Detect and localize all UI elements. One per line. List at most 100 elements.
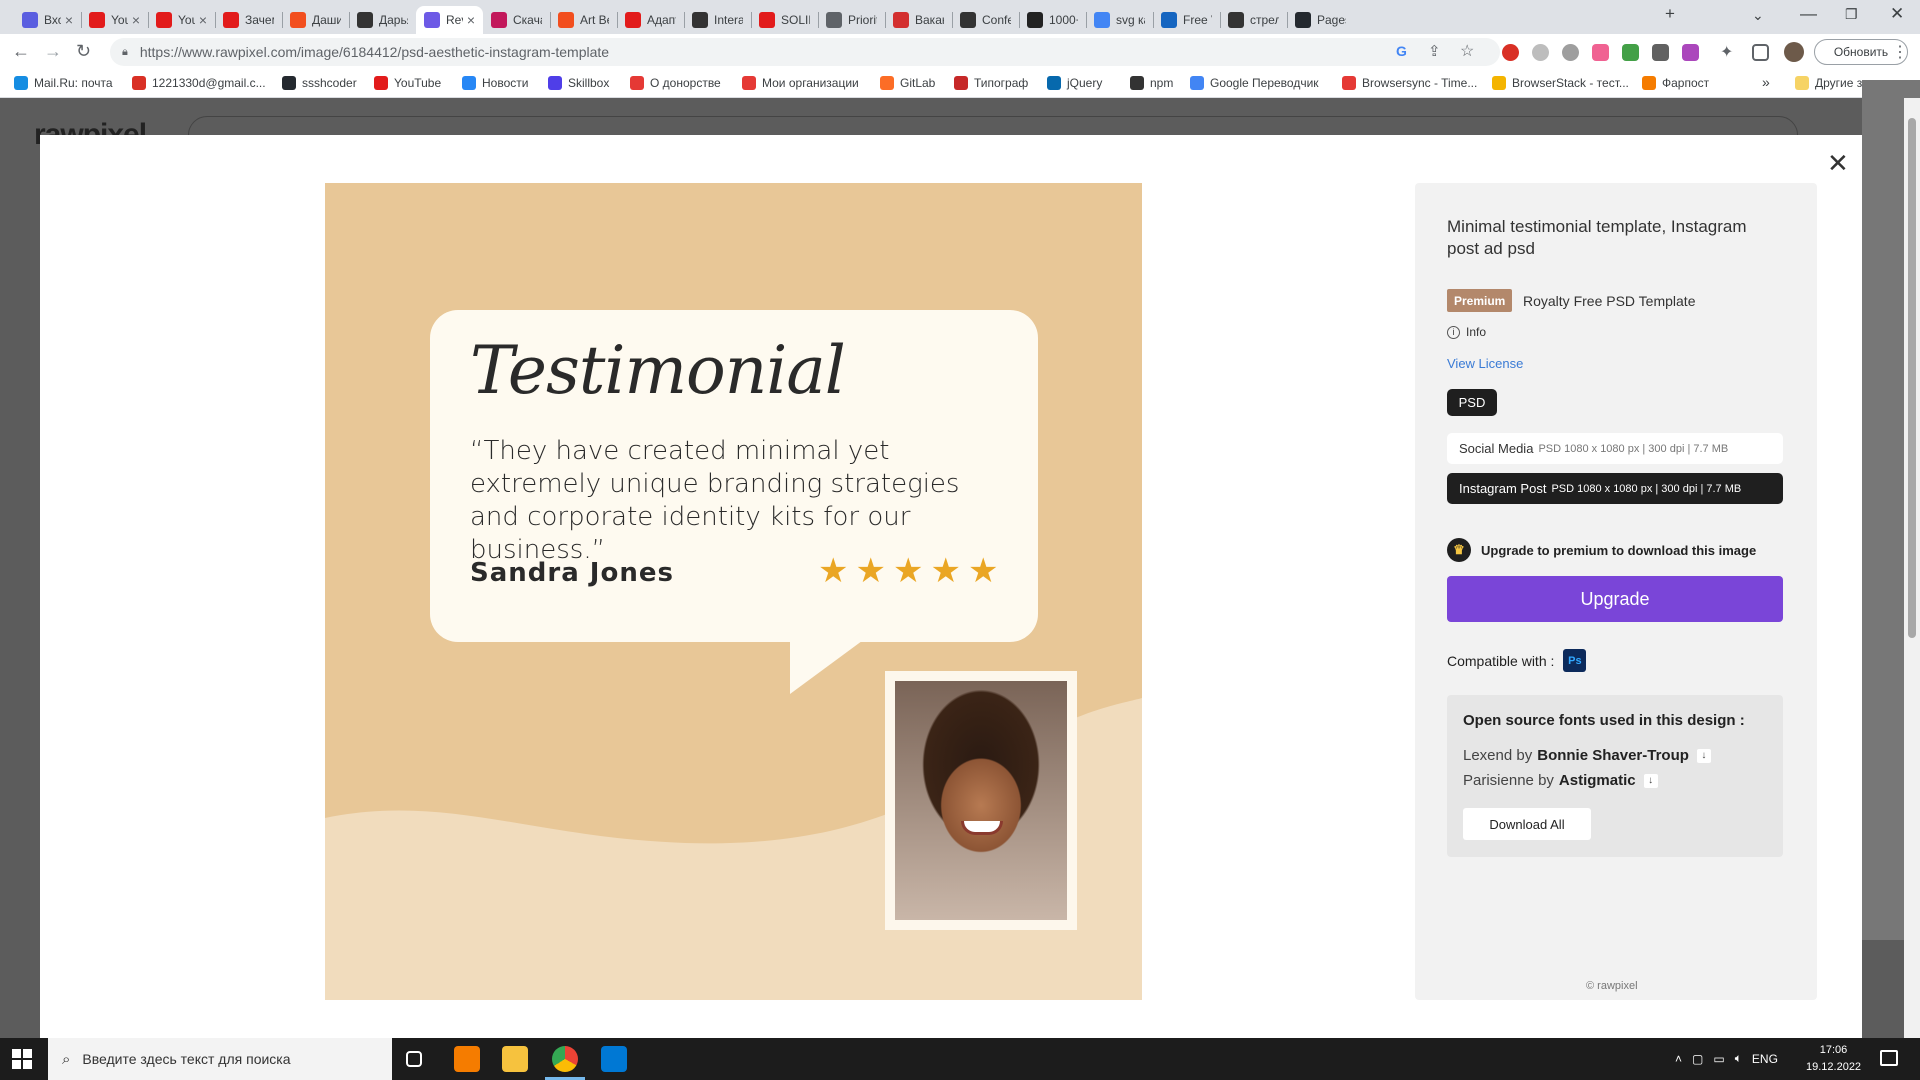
font-author[interactable]: Astigmatic <box>1559 772 1636 789</box>
xampp-icon[interactable] <box>454 1046 480 1072</box>
volume-icon[interactable]: 🔈︎ <box>1735 1051 1742 1066</box>
back-icon[interactable]: ← <box>12 41 30 62</box>
minimize-icon[interactable]: — <box>1800 4 1817 24</box>
bookmark-item[interactable]: Mail.Ru: почта <box>14 76 113 90</box>
bookmark-item[interactable]: Типограф <box>954 76 1028 90</box>
menu-icon[interactable]: ⋮ <box>1892 42 1908 62</box>
extension-icon[interactable] <box>1502 44 1519 61</box>
bookmark-item[interactable]: Новости <box>462 76 528 90</box>
info-link[interactable]: i Info <box>1447 325 1486 339</box>
browser-tab[interactable]: 1000+ <box>1019 6 1086 34</box>
browser-tab[interactable]: You × <box>81 6 148 34</box>
tab-close-icon[interactable]: × <box>65 12 73 28</box>
bookmark-item[interactable]: jQuery <box>1047 76 1102 90</box>
reload-icon[interactable]: ↻ <box>76 41 91 62</box>
extension-icon[interactable] <box>1532 44 1549 61</box>
address-bar[interactable]: 🔒︎ https://www.rawpixel.com/image/618441… <box>110 38 1500 66</box>
extension-icon[interactable] <box>1622 44 1639 61</box>
browser-tab[interactable]: Ваканс <box>885 6 952 34</box>
language-indicator[interactable]: ENG <box>1752 1052 1778 1066</box>
bookmark-star-icon[interactable]: ☆ <box>1460 41 1474 61</box>
bookmark-item[interactable]: О донорстве <box>630 76 721 90</box>
download-icon[interactable]: ↓ <box>1643 773 1658 788</box>
google-icon[interactable]: G <box>1396 43 1407 59</box>
browser-tab[interactable]: Скачат <box>483 6 550 34</box>
browser-tab[interactable]: Дарья <box>349 6 416 34</box>
browser-tab[interactable]: Адапти <box>617 6 684 34</box>
favicon-icon <box>132 76 146 90</box>
browser-tab[interactable]: стрелка <box>1220 6 1287 34</box>
side-panel-icon[interactable] <box>1752 44 1769 61</box>
windows-start-icon[interactable] <box>12 1049 32 1069</box>
font-author[interactable]: Bonnie Shaver-Troup <box>1537 747 1689 764</box>
extension-icon[interactable] <box>1592 44 1609 61</box>
notifications-icon[interactable] <box>1880 1050 1898 1066</box>
upgrade-button[interactable]: Upgrade <box>1447 576 1783 622</box>
browser-tab[interactable]: Interact <box>684 6 751 34</box>
restore-icon[interactable]: ❐ <box>1845 6 1858 23</box>
tab-close-icon[interactable]: × <box>132 12 140 28</box>
browser-tab[interactable]: Priority <box>818 6 885 34</box>
format-option-social-media[interactable]: Social Media PSD 1080 x 1080 px | 300 dpi… <box>1447 433 1783 464</box>
forward-icon[interactable]: → <box>44 41 62 62</box>
lock-icon: 🔒︎ <box>122 45 128 58</box>
bookmark-item[interactable]: Мои организации <box>742 76 859 90</box>
extension-icon[interactable] <box>1682 44 1699 61</box>
vscode-icon[interactable] <box>601 1046 627 1072</box>
bookmark-item[interactable]: YouTube <box>374 76 441 90</box>
browser-tab[interactable]: SOLID <box>751 6 818 34</box>
close-icon[interactable]: ✕ <box>1827 150 1849 176</box>
tray-app-icon[interactable]: ▢ <box>1692 1052 1703 1066</box>
browser-tab[interactable]: YouTub × <box>148 6 215 34</box>
font-name: Lexend <box>1463 747 1513 764</box>
bookmark-item[interactable]: 1221330d@gmail.c... <box>132 76 266 90</box>
bookmark-item[interactable]: GitLab <box>880 76 935 90</box>
browser-tab[interactable]: Art Bea <box>550 6 617 34</box>
window-close-icon[interactable]: ✕ <box>1890 4 1904 24</box>
bookmark-item[interactable]: Фарпост <box>1642 76 1709 90</box>
star-icon: ★ <box>967 552 999 590</box>
taskbar-search[interactable]: ⌕ Введите здесь текст для поиска <box>48 1038 392 1080</box>
browser-tab[interactable]: Дашин <box>282 6 349 34</box>
tab-search-icon[interactable]: ⌄ <box>1752 7 1764 24</box>
more-bookmarks-icon[interactable]: » <box>1762 74 1770 90</box>
format-tag-psd[interactable]: PSD <box>1447 389 1497 416</box>
file-explorer-icon[interactable] <box>502 1046 528 1072</box>
favicon-icon <box>548 76 562 90</box>
browser-tab[interactable]: Free Ve <box>1153 6 1220 34</box>
format-option-instagram-post[interactable]: Instagram Post PSD 1080 x 1080 px | 300 d… <box>1447 473 1783 504</box>
tray-arrow-icon[interactable]: ˄ <box>1675 1052 1682 1066</box>
bookmark-item[interactable]: Browsersync - Time... <box>1342 76 1477 90</box>
puzzle-icon[interactable]: ✦ <box>1720 42 1737 61</box>
bookmark-label: ssshcoder <box>302 76 357 90</box>
network-icon[interactable]: ▭ <box>1713 1052 1724 1066</box>
browser-tab[interactable]: Revi × <box>416 6 483 34</box>
avatar[interactable] <box>1784 42 1804 62</box>
tab-close-icon[interactable]: × <box>467 12 475 28</box>
share-icon[interactable]: ⇪ <box>1428 42 1441 60</box>
favicon-icon <box>1047 76 1061 90</box>
browser-tab[interactable]: Pages <box>1287 6 1354 34</box>
download-icon[interactable]: ↓ <box>1696 748 1711 763</box>
download-all-button[interactable]: Download All <box>1463 808 1591 840</box>
bookmark-item[interactable]: BrowserStack - тест... <box>1492 76 1629 90</box>
tab-close-icon[interactable]: × <box>199 12 207 28</box>
new-tab-button[interactable]: + <box>1665 4 1675 24</box>
browser-tab[interactable]: svg кар <box>1086 6 1153 34</box>
scrollbar-thumb[interactable] <box>1908 118 1916 638</box>
scrollbar[interactable] <box>1904 98 1920 1038</box>
clock[interactable]: 17:06 19.12.2022 <box>1806 1042 1861 1076</box>
bookmark-item[interactable]: Google Переводчик <box>1190 76 1319 90</box>
browser-tab[interactable]: Зачем <box>215 6 282 34</box>
chrome-icon[interactable] <box>552 1046 578 1072</box>
bookmark-item[interactable]: ssshcoder <box>282 76 357 90</box>
browser-tab[interactable]: Вхо × <box>14 6 81 34</box>
task-view-icon[interactable] <box>406 1051 422 1067</box>
bookmark-item[interactable]: Skillbox <box>548 76 609 90</box>
bookmark-item[interactable]: npm <box>1130 76 1173 90</box>
tab-strip: Вхо × You × YouTub × Зачем Дашин Дарья Revi × Скача… <box>0 0 1920 34</box>
extension-icon[interactable] <box>1652 44 1669 61</box>
view-license-link[interactable]: View License <box>1447 356 1523 371</box>
browser-tab[interactable]: Confetti <box>952 6 1019 34</box>
extension-icon[interactable] <box>1562 44 1579 61</box>
